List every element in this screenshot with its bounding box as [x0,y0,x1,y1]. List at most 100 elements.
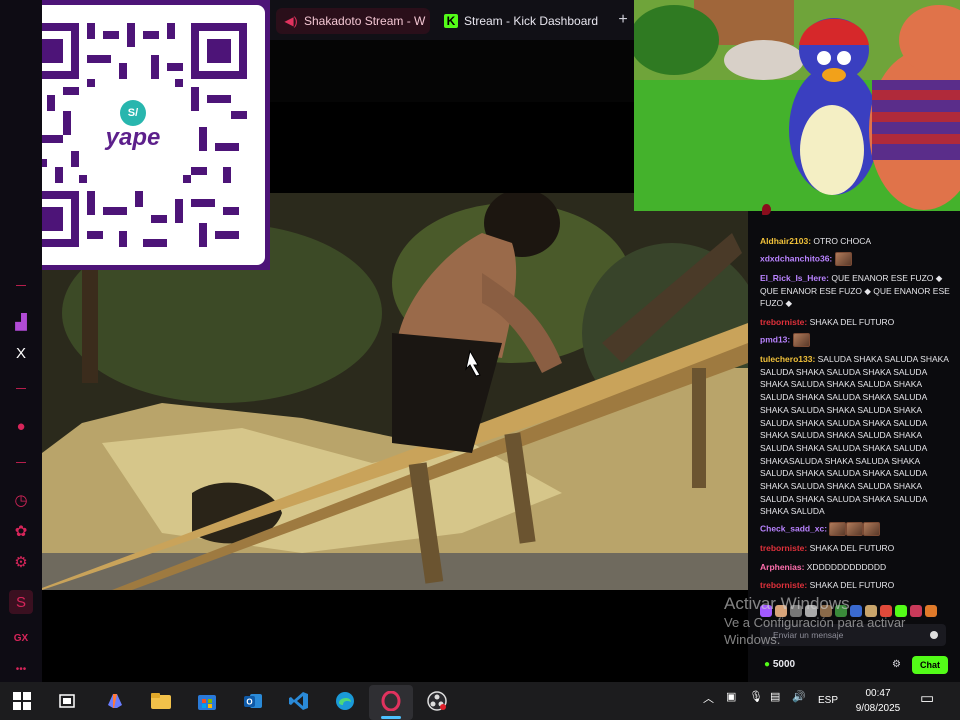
new-tab-button[interactable]: + [614,10,632,30]
tab-label: Stream - Kick Dashboard [464,14,599,28]
emote-icon[interactable] [850,605,862,617]
tray-overflow-chevron-icon[interactable]: ︿ [703,690,714,706]
emote-picker-row [760,603,950,619]
chat-message: xdxdchanchito36: [760,252,950,266]
edge-icon[interactable] [334,690,356,712]
tab-label: Shakadoto Stream - W [304,14,426,28]
chat-text: SHAKA DEL FUTURO [807,317,895,327]
page-top-area [268,40,634,102]
more-icon[interactable]: ••• [9,657,33,681]
volume-icon[interactable]: 🔊 [792,690,806,703]
emote-icon[interactable] [760,605,772,617]
twitch-icon[interactable]: ▟ [9,310,33,334]
chat-message: El_Rick_Is_Here: QUE ENANOR ESE FUZO ◆ Q… [760,272,950,310]
chat-input-placeholder: Enviar un mensaje [773,630,844,640]
chat-username[interactable]: El_Rick_Is_Here: [760,273,829,283]
chat-message: Check_sadd_xc: [760,522,950,536]
heart-emote-icon [762,204,771,216]
emote-picker-icon[interactable] [930,631,938,639]
tab-bar: ◀) Shakadoto Stream - W K Stream - Kick … [268,0,634,40]
clock-date: 9/08/2025 [855,703,901,714]
obs-icon[interactable] [426,690,448,712]
kick-icon: K [444,14,458,28]
points-value: 5000 [772,659,796,670]
face-emote-icon [863,522,881,536]
network-icon[interactable]: ▤ [770,690,780,703]
notifications-icon[interactable]: ▭ [920,689,934,707]
settings-icon[interactable]: ⚙ [9,550,33,574]
speaker-icon[interactable]: ◀) [284,14,298,28]
chat-username[interactable]: treborniste: [760,543,807,553]
chat-message-partial [760,203,950,216]
extensions-icon[interactable]: ✿ [9,519,33,543]
face-emote-icon [834,252,852,266]
store-icon[interactable] [196,690,218,712]
emote-icon[interactable] [790,605,802,617]
tab-kick-dashboard[interactable]: K Stream - Kick Dashboard [436,8,606,34]
chat-username[interactable]: treborniste: [760,317,807,327]
emote-icon[interactable] [925,605,937,617]
emote-icon[interactable] [775,605,787,617]
yape-wordmark: yape [105,124,161,151]
face-emote-icon [829,522,847,536]
windows-start-icon[interactable] [11,690,33,712]
svg-text:O: O [246,698,252,707]
chat-username[interactable]: treborniste: [760,580,807,590]
language-indicator[interactable]: ESP [818,695,838,706]
chat-username[interactable]: Check_sadd_xc: [760,523,827,533]
channel-points[interactable]: ● 5000 [764,659,795,670]
face-emote-icon [792,333,810,347]
qr-card: S/ yape [5,5,265,265]
yape-badge-initials: S/ [120,100,146,126]
sidebar-divider [16,462,26,463]
browser-sidebar: ▟ X ● ◷ ✿ ⚙ S GX ••• [0,0,42,682]
windows-taskbar [0,682,960,720]
chat-text: SHAKA DEL FUTURO [807,543,895,553]
chat-text: XDDDDDDDDDDDD [804,562,887,572]
chat-username[interactable]: tulechero133: [760,354,815,364]
record-icon[interactable]: ● [9,414,33,438]
history-icon[interactable]: ◷ [9,488,33,512]
file-explorer-icon[interactable] [150,690,172,712]
opera-gx-icon[interactable] [380,690,402,712]
yape-logo: S/ yape [97,89,169,161]
chat-message-input[interactable]: Enviar un mensaje [760,624,946,646]
chat-username[interactable]: Arphenias: [760,562,804,572]
face-emote-icon [846,522,864,536]
emote-icon[interactable] [805,605,817,617]
tray-device-icon[interactable]: ▣ [726,690,736,703]
screen: ◀) Shakadoto Stream - W K Stream - Kick … [0,0,960,720]
points-icon: ● [764,659,771,670]
outlook-icon[interactable]: O [242,690,264,712]
chat-username[interactable]: xdxdchanchito36: [760,253,832,263]
vscode-icon[interactable] [288,690,310,712]
chat-message: tulechero133: SALUDA SHAKA SALUDA SHAKA … [760,353,950,518]
clock-time: 00:47 [865,688,891,699]
emote-icon[interactable] [895,605,907,617]
chat-message: Arphenias: XDDDDDDDDDDDD [760,561,950,574]
task-view-icon[interactable] [56,690,78,712]
tab-shakadoto-stream[interactable]: ◀) Shakadoto Stream - W [276,8,430,34]
emote-icon[interactable] [880,605,892,617]
emote-icon[interactable] [865,605,877,617]
taskbar-clock[interactable]: 00:47 9/08/2025 [852,686,904,716]
copilot-icon[interactable] [104,690,126,712]
chat-message: treborniste: SHAKA DEL FUTURO [760,316,950,329]
chat-send-button[interactable]: Chat [912,656,948,674]
sidebar-divider [16,388,26,389]
microphone-icon[interactable]: 🎙 [749,690,763,703]
emote-icon[interactable] [820,605,832,617]
chat-message: treborniste: SHAKA DEL FUTURO [760,579,950,592]
chat-text: SHAKA DEL FUTURO [807,580,895,590]
chat-username[interactable]: Aldhair2103: [760,236,811,246]
cartoon-overlay [634,0,960,211]
gx-icon[interactable]: GX [9,626,33,650]
gx-corner-icon[interactable]: S [9,590,33,614]
x-icon[interactable]: X [9,341,33,365]
chat-settings-icon[interactable]: ⚙ [892,659,901,670]
cartoon-scene [634,0,960,211]
emote-icon[interactable] [835,605,847,617]
chat-username[interactable]: pmd13: [760,334,790,344]
emote-icon[interactable] [910,605,922,617]
chat-message: treborniste: SHAKA DEL FUTURO [760,542,950,555]
